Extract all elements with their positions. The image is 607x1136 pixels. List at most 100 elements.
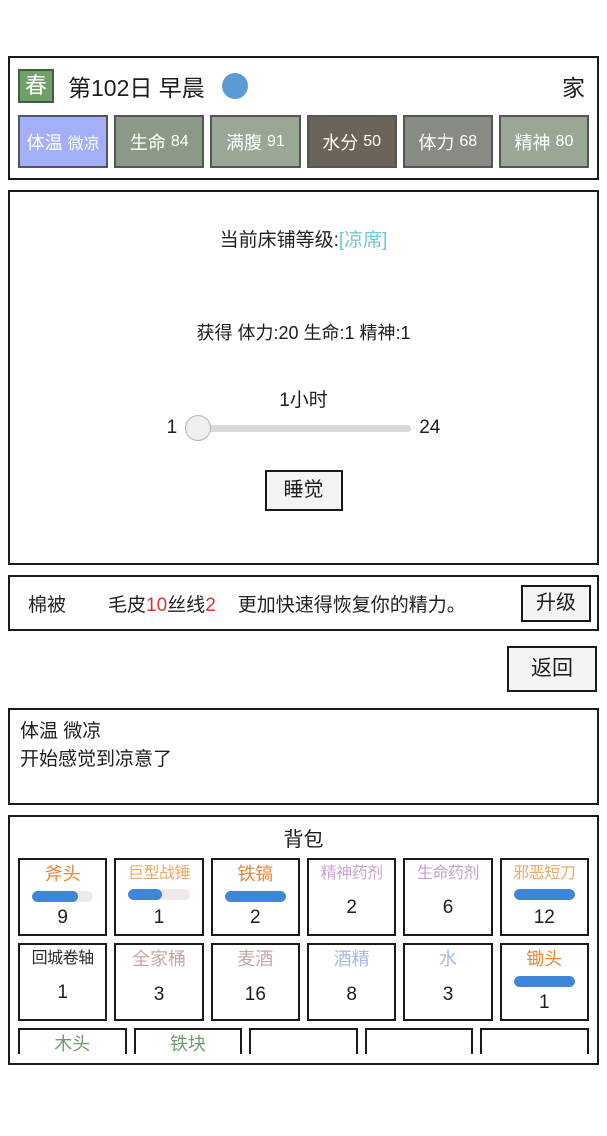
- item-count: 1: [57, 981, 68, 1003]
- item-durability-bar: [513, 888, 576, 900]
- item-durability-bar: [128, 888, 190, 900]
- stat-value: 80: [555, 132, 574, 150]
- location-label: 家: [562, 75, 585, 101]
- item-name: 斧头: [44, 864, 81, 885]
- item-count: 3: [153, 983, 165, 1005]
- sleep-button-row: 睡觉: [10, 470, 597, 511]
- upgrade-amount-1: 10: [146, 594, 168, 616]
- item-name: 铁镐: [237, 864, 274, 885]
- bed-level-prefix: 当前床铺等级:: [219, 230, 339, 251]
- backpack-slot[interactable]: 巨型战锤 1: [114, 858, 204, 937]
- stat-chip-5: 精神 80: [498, 115, 590, 168]
- game-screen: 春 第102日 早晨 家 体温 微凉 生命 84 满腹 91 水分 50 体力 68 精神 80 当前…: [0, 56, 607, 1136]
- bed-level-line: 当前床铺等级:[凉席]: [10, 225, 597, 252]
- item-name: 全家桶: [131, 949, 186, 970]
- backpack-slot[interactable]: 铁镐 2: [210, 858, 300, 937]
- stats-row: 体温 微凉 生命 84 满腹 91 水分 50 体力 68 精神 80: [18, 115, 590, 168]
- backpack-grid: 斧头 9 巨型战锤 1 铁镐 2 精神药剂 2 生命药剂 6 邪恶短刀 12 回城卷轴 1 全家桶 3 麦酒 16…: [18, 858, 589, 1055]
- bed-main-panel: 当前床铺等级:[凉席] 获得 体力:20 生命:1 精神:1 1小时 1 24 …: [8, 190, 599, 565]
- stat-chip-3: 水分 50: [306, 115, 397, 168]
- bed-upgrade-panel: 棉被 毛皮10丝线2 更加快速得恢复你的精力。 升级: [8, 575, 599, 631]
- day-time-text: 第102日 早晨: [68, 75, 205, 101]
- message-log-panel: 体温 微凉 开始感觉到凉意了: [8, 708, 599, 806]
- item-name: 酒精: [333, 949, 370, 970]
- backpack-slot[interactable]: 全家桶 3: [114, 943, 204, 1022]
- item-count: 2: [346, 896, 357, 918]
- upgrade-description: 更加快速得恢复你的精力。: [237, 594, 466, 616]
- log-line-1: 体温 微凉: [20, 721, 102, 743]
- backpack-slot[interactable]: 木头: [18, 1028, 127, 1055]
- backpack-slot[interactable]: [480, 1028, 589, 1055]
- item-name: 水: [438, 949, 457, 970]
- slider-value-label: 1小时: [279, 390, 328, 411]
- backpack-slot[interactable]: 邪恶短刀 12: [499, 858, 589, 937]
- upgrade-item-name: 棉被: [28, 594, 67, 616]
- stat-value: 84: [170, 132, 189, 150]
- backpack-slot[interactable]: 麦酒 16: [210, 943, 300, 1022]
- backpack-slot[interactable]: 回城卷轴 1: [18, 943, 108, 1022]
- item-count: 12: [533, 907, 555, 929]
- upgrade-amount-2: 2: [205, 594, 216, 616]
- back-button[interactable]: 返回: [507, 646, 597, 693]
- item-name: 木头: [54, 1034, 91, 1055]
- backpack-slot[interactable]: [364, 1028, 474, 1055]
- backpack-slot[interactable]: 酒精 8: [306, 943, 397, 1022]
- item-count: 9: [57, 907, 68, 929]
- stat-chip-0: 体温 微凉: [18, 115, 109, 168]
- item-count: 16: [244, 983, 266, 1005]
- upgrade-cost: 毛皮10丝线2: [108, 590, 216, 617]
- item-name: 邪恶短刀: [513, 865, 576, 883]
- backpack-slot[interactable]: 铁块: [133, 1028, 243, 1055]
- sleep-duration-slider-group: 1小时 1 24: [10, 385, 597, 441]
- stat-chip-4: 体力 68: [402, 115, 493, 168]
- item-count: 8: [346, 983, 357, 1005]
- item-name: 麦酒: [237, 949, 274, 970]
- stat-label: 体力: [418, 132, 455, 153]
- item-durability-bar: [224, 890, 287, 902]
- bed-level-name: [凉席]: [338, 230, 388, 251]
- stat-label: 水分: [322, 132, 359, 153]
- stat-value: 68: [459, 132, 478, 150]
- backpack-slot[interactable]: 精神药剂 2: [306, 858, 397, 937]
- status-header-panel: 春 第102日 早晨 家 体温 微凉 生命 84 满腹 91 水分 50 体力 68 精神 80: [8, 56, 599, 180]
- item-durability-bar: [31, 890, 94, 902]
- upgrade-material-1: 毛皮: [108, 594, 147, 616]
- stat-value: 微凉: [67, 135, 100, 153]
- backpack-slot[interactable]: 水3: [403, 943, 493, 1022]
- item-count: 1: [539, 992, 550, 1014]
- item-name: 回城卷轴: [31, 950, 95, 968]
- item-count: 6: [442, 896, 454, 918]
- backpack-slot[interactable]: 斧头 9: [18, 858, 108, 937]
- backpack-slot[interactable]: 生命药剂 6: [403, 858, 493, 937]
- stat-value: 91: [267, 132, 285, 150]
- item-count: 1: [153, 907, 165, 929]
- item-name: 精神药剂: [320, 865, 384, 883]
- stat-chip-2: 满腹 91: [210, 115, 301, 168]
- item-name: 锄头: [526, 949, 563, 970]
- weather-circle-icon: [221, 73, 248, 99]
- back-button-row: 返回: [8, 646, 599, 693]
- upgrade-material-2: 丝线: [167, 594, 206, 616]
- backpack-slot[interactable]: 锄头 1: [499, 943, 589, 1022]
- item-name: 铁块: [169, 1034, 206, 1055]
- stat-label: 精神: [514, 132, 551, 153]
- stat-label: 生命: [129, 132, 166, 153]
- item-name: 生命药剂: [416, 865, 480, 883]
- sleep-hours-slider[interactable]: [185, 415, 412, 441]
- backpack-panel: 背包 斧头 9 巨型战锤 1 铁镐 2 精神药剂 2 生命药剂 6 邪恶短刀 12 回城卷轴 1 全家桶 3 麦…: [8, 815, 599, 1066]
- backpack-title: 背包: [283, 829, 324, 852]
- backpack-row: 斧头 9 巨型战锤 1 铁镐 2 精神药剂 2 生命药剂 6 邪恶短刀 12: [18, 858, 589, 937]
- slider-max-label: 24: [419, 417, 441, 438]
- item-name: 巨型战锤: [127, 865, 191, 883]
- season-badge: 春: [18, 69, 54, 103]
- stat-value: 50: [363, 132, 381, 150]
- slider-track[interactable]: [185, 424, 412, 432]
- backpack-slot[interactable]: [249, 1028, 358, 1055]
- stat-chip-1: 生命 84: [114, 115, 205, 168]
- slider-thumb[interactable]: [185, 415, 212, 441]
- upgrade-button[interactable]: 升级: [521, 584, 591, 622]
- sleep-button[interactable]: 睡觉: [264, 470, 343, 511]
- slider-row: 1 24: [10, 415, 597, 441]
- item-count: 3: [442, 983, 454, 1005]
- header-top-row: 春 第102日 早晨 家: [18, 64, 589, 108]
